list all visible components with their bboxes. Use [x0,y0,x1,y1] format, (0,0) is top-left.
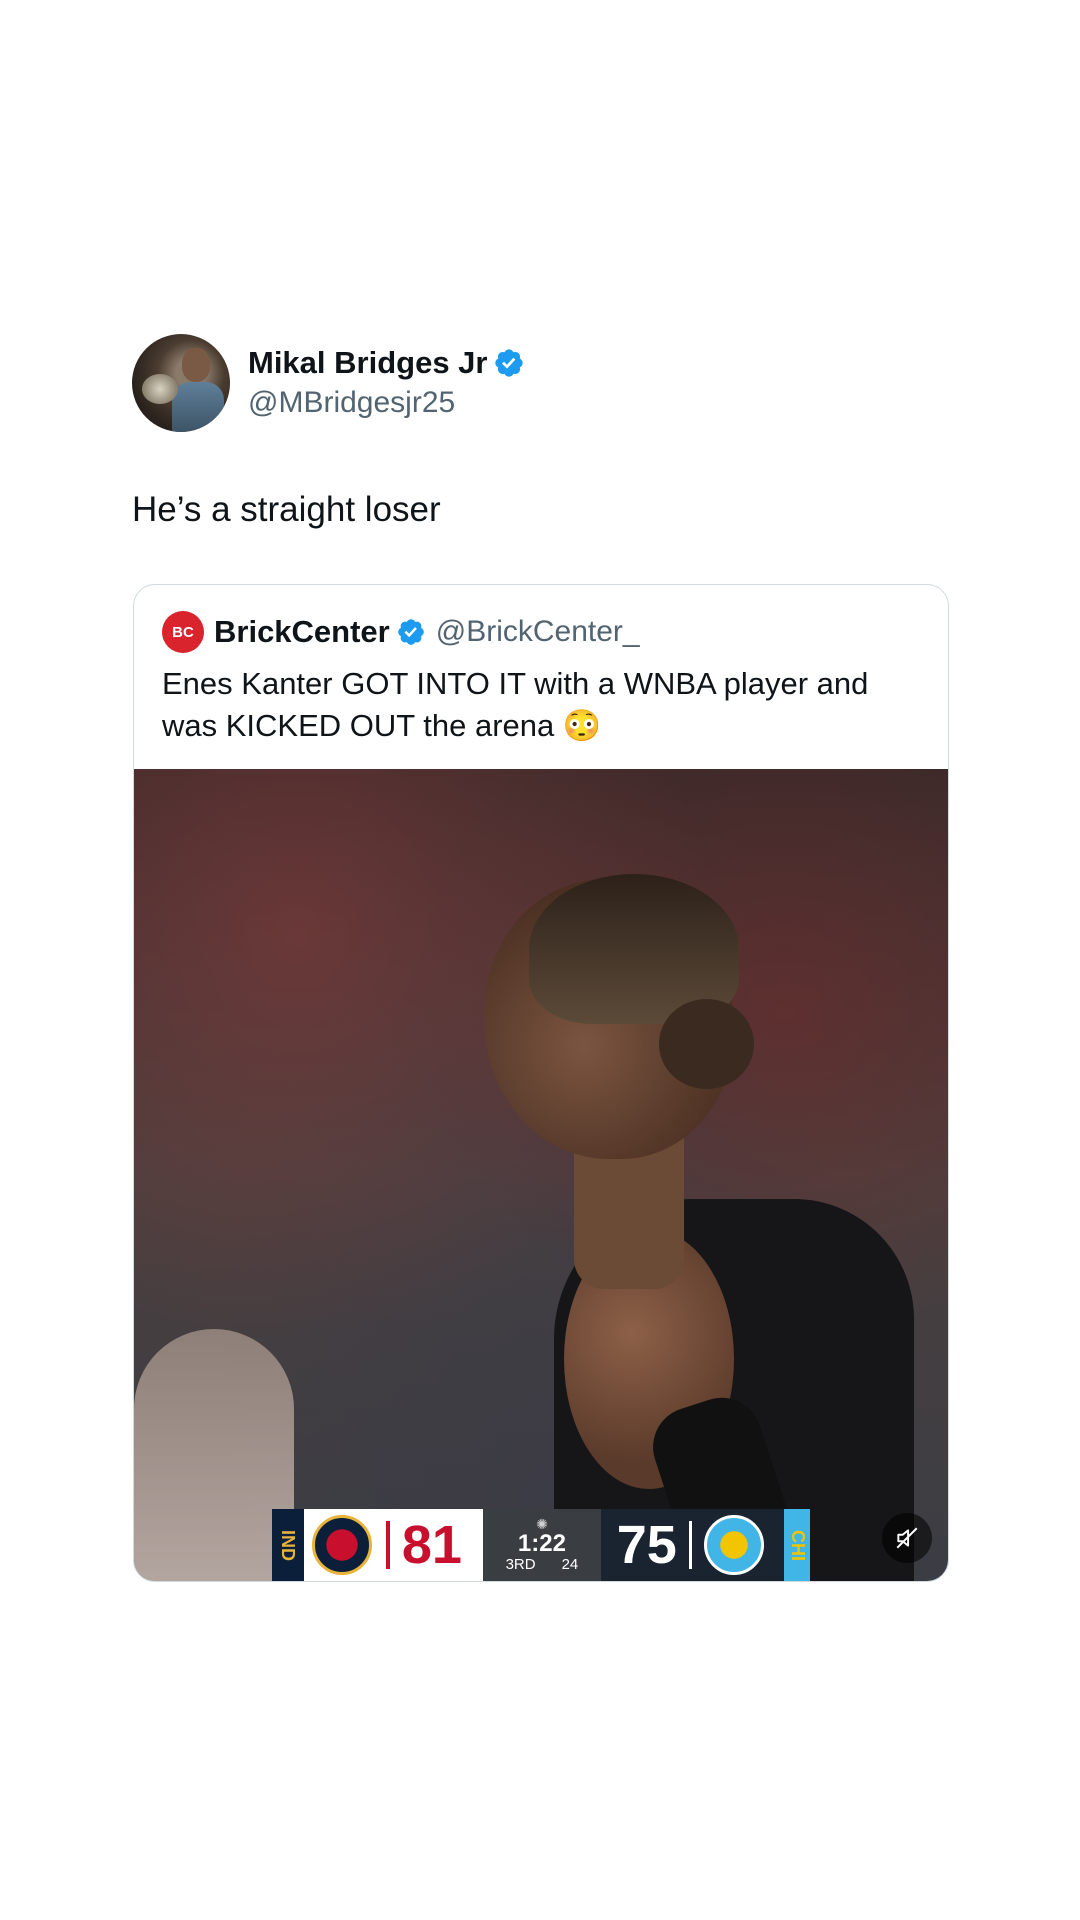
shot-clock: 24 [561,1556,579,1573]
author-display-name-row: Mikal Bridges Jr [248,344,525,382]
verified-badge-icon [495,349,524,377]
quoted-handle[interactable]: @BrickCenter_ [436,615,640,649]
author-avatar[interactable] [132,334,230,432]
avatar-shirt [172,382,224,432]
home-score: 81 [401,1515,462,1575]
home-team-panel: 81 [303,1509,484,1581]
author-handle[interactable]: @MBridgesjr25 [248,384,525,422]
author-names: Mikal Bridges Jr @MBridgesjr25 [248,344,525,422]
score-divider [385,1521,390,1569]
avatar-head [182,348,210,382]
away-team-panel: 75 [600,1509,784,1581]
quoted-tweet-card[interactable]: BC BrickCenter @BrickCenter_ Enes Kanter… [133,584,949,1582]
home-team-tag: IND [272,1509,304,1581]
away-score: 75 [616,1515,677,1575]
tweet-text: He’s a straight loser [132,490,441,529]
quoted-display-name[interactable]: BrickCenter [214,614,390,650]
background-person [134,1329,294,1581]
game-clock-panel: ✺ 1:22 3RD 24 [483,1509,601,1581]
verified-badge-icon [397,619,424,645]
period-row: 3RD 24 [506,1557,579,1573]
brickcenter-logo-icon: BC [162,611,204,653]
mute-toggle-button[interactable] [882,1513,932,1563]
sky-logo-icon [703,1515,764,1575]
tweet: Mikal Bridges Jr @MBridgesjr25 He’s a st… [132,334,948,532]
author-display-name[interactable]: Mikal Bridges Jr [248,344,487,382]
quoted-tweet-text: Enes Kanter GOT INTO IT with a WNBA play… [162,666,869,743]
player-hair-bun [659,999,754,1089]
muted-speaker-icon [896,1527,918,1549]
scorebug: IND 81 ✺ 1:22 3RD 24 75 CHI [272,1509,810,1581]
video-player[interactable]: IND 81 ✺ 1:22 3RD 24 75 CHI [134,769,948,1581]
tweet-author: Mikal Bridges Jr @MBridgesjr25 [132,334,948,432]
away-team-tag: CHI [784,1509,810,1581]
game-clock: 1:22 [517,1530,566,1557]
avatar-trophy-belt [142,374,178,404]
network-logo-icon: ✺ [536,1516,548,1532]
quoted-tweet-header: BC BrickCenter @BrickCenter_ [134,585,948,653]
score-divider [688,1521,692,1569]
period: 3RD [505,1556,536,1573]
fever-logo-icon [311,1515,372,1575]
